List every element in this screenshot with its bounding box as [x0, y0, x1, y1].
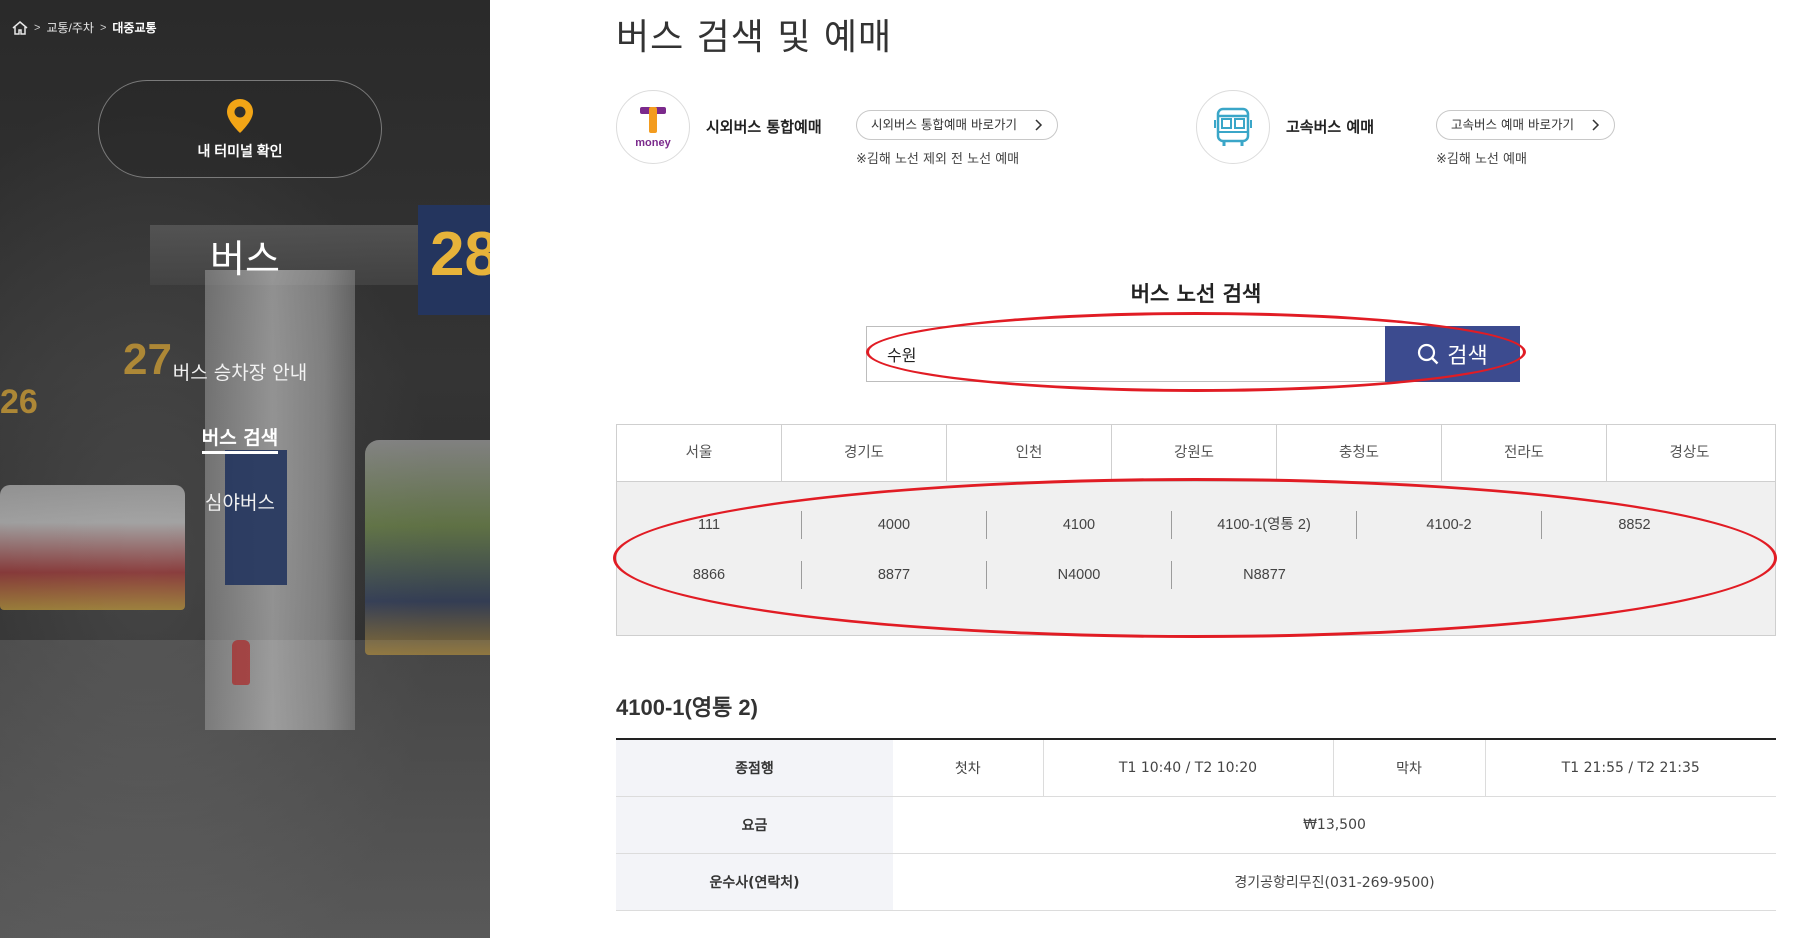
chevron-right-icon: >	[34, 21, 41, 34]
intercity-reservation-title: 시외버스 통합예매	[706, 118, 822, 136]
intercity-reservation: money 시외버스 통합예매 시외버스 통합예매 바로가기 ※김해 노선 제외…	[616, 90, 1136, 170]
first-bus-label: 첫차	[893, 739, 1043, 797]
my-terminal-button[interactable]: 내 터미널 확인	[98, 80, 382, 178]
sidebar-item-label: 버스 검색	[201, 427, 279, 454]
region-tabs: 서울 경기도 인천 강원도 충청도 전라도 경상도	[617, 425, 1775, 482]
operator-value: 경기공항리무진(031-269-9500)	[893, 853, 1776, 911]
home-icon[interactable]	[12, 20, 28, 35]
highlight-annotation	[613, 478, 1777, 638]
tab-region[interactable]: 충청도	[1277, 425, 1442, 482]
table-row: 요금 ₩13,500	[616, 796, 1776, 854]
table-row: 종점행 첫차 T1 10:40 / T2 10:20 막차 T1 21:55 /…	[616, 739, 1776, 797]
intercity-reservation-link[interactable]: 시외버스 통합예매 바로가기	[856, 110, 1058, 140]
first-bus-time: T1 10:40 / T2 10:20	[1042, 739, 1333, 797]
tab-region[interactable]: 서울	[617, 425, 782, 482]
route-detail-table: 종점행 첫차 T1 10:40 / T2 10:20 막차 T1 21:55 /…	[616, 738, 1776, 911]
express-reservation-link[interactable]: 고속버스 예매 바로가기	[1436, 110, 1615, 140]
chevron-right-icon: >	[99, 21, 107, 34]
bus-icon	[1214, 107, 1252, 146]
location-pin-icon	[227, 99, 253, 133]
sidebar: 28 27 26 > 교통/주차 > 대중교통 내 터미널 확인 버스 버스 승…	[0, 0, 490, 938]
chevron-right-icon	[1592, 119, 1600, 131]
last-bus-label: 막차	[1332, 739, 1485, 797]
terminus-label: 종점행	[616, 739, 893, 797]
express-reservation: 고속버스 예매 고속버스 예매 바로가기 ※김해 노선 예매	[1196, 90, 1716, 170]
tmoney-logo: money	[616, 90, 690, 164]
last-bus-time: T1 21:55 / T2 21:35	[1484, 739, 1776, 797]
route-search-title: 버스 노선 검색	[1130, 282, 1262, 306]
express-bus-logo	[1196, 90, 1270, 164]
sidebar-item-label: 버스 승차장 안내	[172, 362, 308, 384]
chevron-right-icon	[1035, 119, 1043, 131]
link-label: 시외버스 통합예매 바로가기	[871, 117, 1017, 132]
sidebar-item-boarding-guide[interactable]: 버스 승차장 안내	[0, 358, 480, 385]
fare-value: ₩13,500	[893, 796, 1776, 854]
my-terminal-label: 내 터미널 확인	[197, 143, 283, 159]
fare-label: 요금	[616, 796, 893, 854]
tab-region[interactable]: 경기도	[782, 425, 947, 482]
main-content: 버스 검색 및 예매 money 시외버스 통합예매 시외버스 통합예매 바로가…	[616, 0, 1776, 938]
breadcrumb-item[interactable]: 교통/주차	[46, 19, 94, 36]
tmoney-logo-text: money	[635, 137, 671, 149]
tab-region[interactable]: 인천	[947, 425, 1112, 482]
table-row: 운수사(연락처) 경기공항리무진(031-269-9500)	[616, 853, 1776, 911]
express-reservation-title: 고속버스 예매	[1286, 118, 1375, 136]
intercity-reservation-note: ※김해 노선 제외 전 노선 예매	[856, 152, 1020, 167]
highlight-annotation	[866, 312, 1526, 392]
page-title: 버스 검색 및 예매	[616, 17, 893, 58]
tmoney-logo-icon: money	[635, 107, 672, 149]
operator-label: 운수사(연락처)	[616, 853, 893, 911]
breadcrumb: > 교통/주차 > 대중교통	[12, 19, 157, 36]
sidebar-item-night-bus[interactable]: 심야버스	[0, 488, 480, 515]
breadcrumb-current[interactable]: 대중교통	[112, 19, 156, 36]
express-reservation-note: ※김해 노선 예매	[1436, 152, 1527, 167]
tab-region[interactable]: 강원도	[1112, 425, 1277, 482]
sidebar-title: 버스	[210, 237, 280, 281]
route-detail-title: 4100-1(영통 2)	[616, 695, 758, 720]
sidebar-menu: 버스 승차장 안내 버스 검색 심야버스	[0, 358, 480, 553]
bg-fire-extinguisher	[232, 640, 250, 685]
sidebar-item-bus-search[interactable]: 버스 검색	[0, 423, 480, 454]
sidebar-item-label: 심야버스	[205, 492, 275, 514]
tab-region[interactable]: 경상도	[1607, 425, 1772, 482]
link-label: 고속버스 예매 바로가기	[1451, 117, 1574, 132]
tab-region[interactable]: 전라도	[1442, 425, 1607, 482]
